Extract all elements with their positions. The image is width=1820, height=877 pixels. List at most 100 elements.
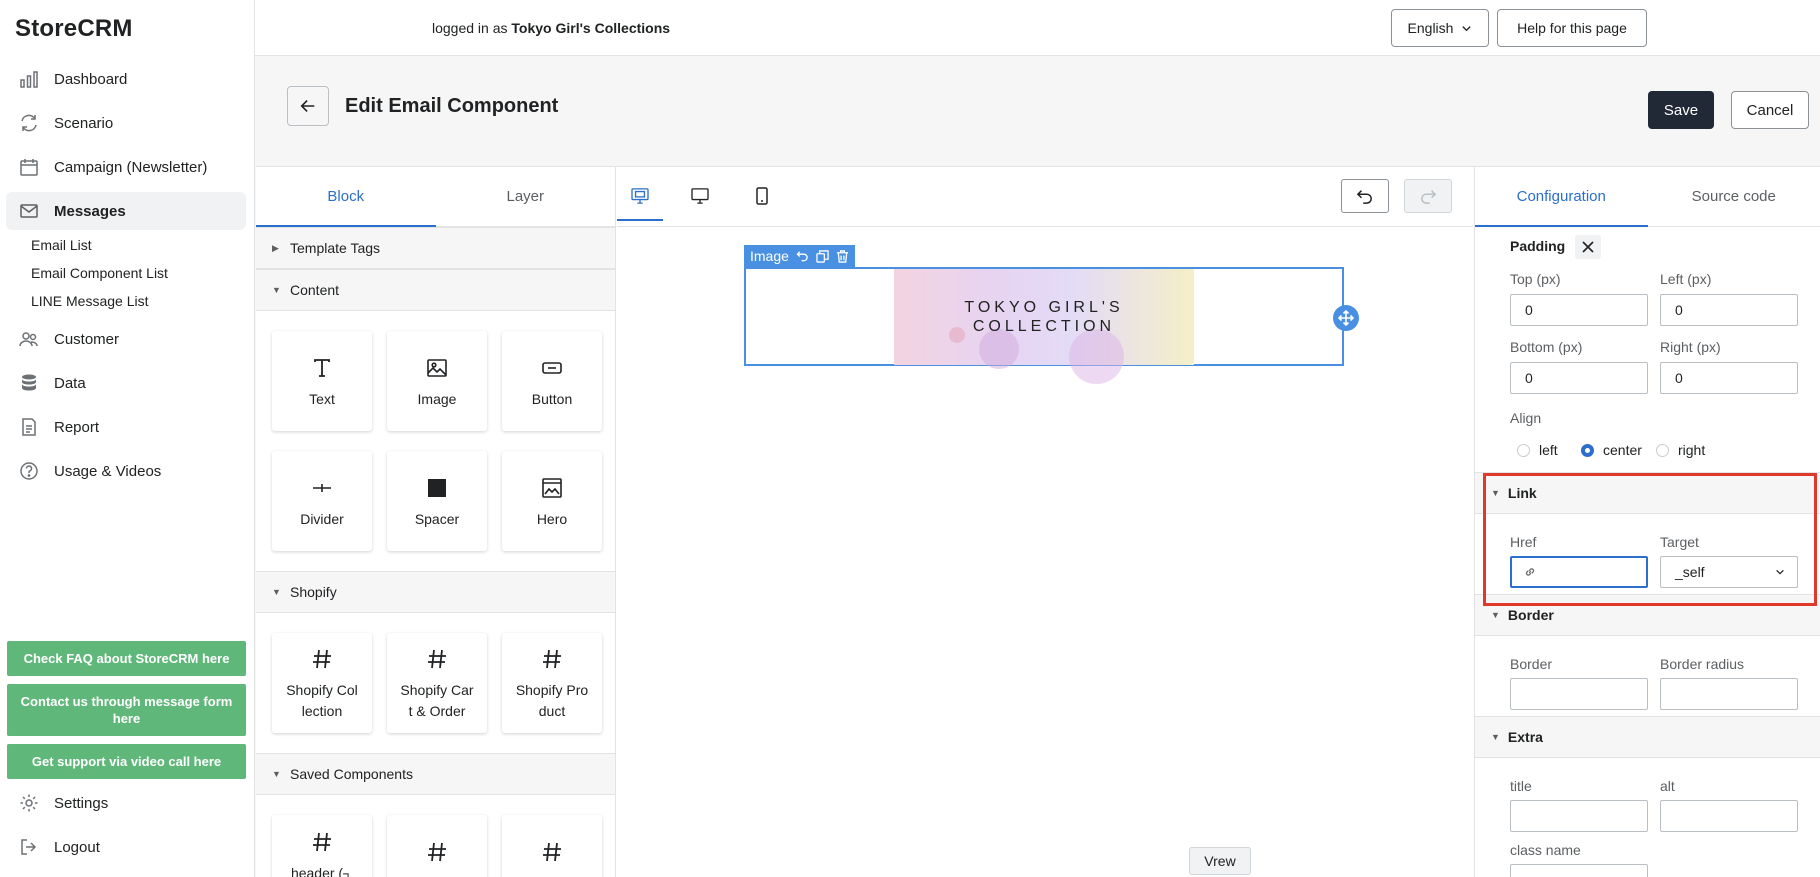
reset-icon[interactable] — [796, 250, 809, 263]
block-divider[interactable]: Divider — [272, 451, 372, 551]
section-label: Saved Components — [290, 766, 413, 782]
desktop-view-button[interactable] — [685, 183, 715, 209]
save-button[interactable]: Save — [1648, 91, 1714, 129]
tab-source-code[interactable]: Source code — [1648, 167, 1820, 226]
block-shopify-cart-order[interactable]: Shopify Car t & Order — [387, 633, 487, 733]
block-shopify-collection[interactable]: Shopify Col lection — [272, 633, 372, 733]
block-label: Shopify Col lection — [286, 682, 358, 719]
padding-right-input[interactable]: 0 — [1660, 362, 1798, 394]
calendar-icon — [18, 156, 40, 178]
sidebar-subitem-email-component-list[interactable]: Email Component List — [31, 265, 168, 281]
mobile-view-button[interactable] — [747, 183, 777, 209]
saved-component[interactable] — [502, 815, 602, 877]
title-attr-input[interactable] — [1510, 800, 1648, 832]
padding-left-input[interactable]: 0 — [1660, 294, 1798, 326]
align-center-radio[interactable]: center — [1581, 442, 1642, 458]
caret-down-icon: ▼ — [272, 587, 281, 597]
redo-button[interactable] — [1404, 179, 1452, 213]
banner-line-2: COLLECTION — [972, 318, 1116, 335]
sidebar-item-report[interactable]: Report — [6, 408, 246, 446]
block-text[interactable]: Text — [272, 331, 372, 431]
border-input[interactable] — [1510, 678, 1648, 710]
radio-circle — [1656, 443, 1669, 457]
button-icon — [541, 353, 563, 383]
undo-button[interactable] — [1341, 179, 1389, 213]
tab-configuration[interactable]: Configuration — [1475, 167, 1648, 227]
language-label: English — [1407, 20, 1454, 36]
hash-icon — [541, 644, 563, 674]
banner-line-1: TOKYO GIRL'S — [964, 299, 1124, 316]
app-logo[interactable]: StoreCRM — [15, 15, 133, 43]
vrew-button[interactable]: Vrew — [1189, 847, 1251, 875]
back-button[interactable] — [287, 86, 329, 126]
top-bar: logged in as Tokyo Girl's Collections En… — [255, 0, 1820, 56]
section-shopify[interactable]: ▼ Shopify — [256, 571, 615, 613]
sidebar-item-customer[interactable]: Customer — [6, 320, 246, 358]
sidebar-item-usage-videos[interactable]: Usage & Videos — [6, 452, 246, 490]
help-icon — [18, 460, 40, 482]
block-spacer[interactable]: Spacer — [387, 451, 487, 551]
section-saved-components[interactable]: ▼ Saved Components — [256, 753, 615, 795]
copy-icon[interactable] — [816, 249, 829, 263]
users-icon — [18, 328, 40, 350]
sidebar-item-label: Usage & Videos — [54, 462, 162, 480]
sidebar-item-label: Dashboard — [54, 70, 128, 88]
tab-layer[interactable]: Layer — [436, 167, 616, 226]
image-block[interactable]: TOKYO GIRL'S COLLECTION — [744, 267, 1359, 384]
highlight-box — [1483, 473, 1817, 606]
mobile-icon — [756, 187, 768, 205]
tab-block[interactable]: Block — [256, 167, 436, 227]
sidebar-subitem-email-list[interactable]: Email List — [31, 237, 92, 253]
align-left-radio[interactable]: left — [1517, 442, 1558, 458]
padding-bottom-input[interactable]: 0 — [1510, 362, 1648, 394]
block-button[interactable]: Button — [502, 331, 602, 431]
alt-attr-input[interactable] — [1660, 800, 1798, 832]
report-icon — [18, 416, 40, 438]
responsive-view-button[interactable] — [617, 183, 663, 221]
sidebar-subitem-line-message-list[interactable]: LINE Message List — [31, 293, 149, 309]
move-handle[interactable] — [1333, 305, 1359, 331]
sidebar-item-campaign[interactable]: Campaign (Newsletter) — [6, 148, 246, 186]
padding-bottom-label: Bottom (px) — [1510, 339, 1583, 355]
block-shopify-product[interactable]: Shopify Pro duct — [502, 633, 602, 733]
contact-form-button[interactable]: Contact us through message form here — [7, 684, 246, 736]
saved-component[interactable] — [387, 815, 487, 877]
section-extra[interactable]: ▼ Extra — [1475, 716, 1820, 758]
sidebar-item-settings[interactable]: Settings — [6, 784, 246, 822]
sidebar-item-data[interactable]: Data — [6, 364, 246, 402]
block-hero[interactable]: Hero — [502, 451, 602, 551]
help-page-button[interactable]: Help for this page — [1497, 9, 1647, 47]
border-radius-input[interactable] — [1660, 678, 1798, 710]
faq-button[interactable]: Check FAQ about StoreCRM here — [7, 641, 246, 676]
video-support-button[interactable]: Get support via video call here — [7, 744, 246, 779]
section-label: Border — [1507, 607, 1554, 623]
section-template-tags[interactable]: ▶ Template Tags — [256, 227, 615, 269]
block-label: Shopify Pro duct — [515, 682, 589, 719]
padding-top-input[interactable]: 0 — [1510, 294, 1648, 326]
trash-icon[interactable] — [836, 249, 849, 263]
saved-component[interactable]: header (┐ — [272, 815, 372, 877]
selected-block-toolbar: Image — [744, 245, 855, 267]
section-content[interactable]: ▼ Content — [256, 269, 615, 311]
sidebar-item-scenario[interactable]: Scenario — [6, 104, 246, 142]
language-select[interactable]: English — [1391, 9, 1489, 47]
class-name-label: class name — [1510, 842, 1581, 858]
selected-block-label: Image — [750, 248, 789, 264]
close-icon — [1582, 241, 1594, 253]
padding-left-label: Left (px) — [1660, 271, 1712, 287]
sidebar-item-dashboard[interactable]: Dashboard — [6, 60, 246, 98]
sidebar: StoreCRM Dashboard Scenario Campaign (Ne… — [0, 0, 255, 877]
sidebar-item-label: Customer — [54, 330, 120, 348]
close-padding-button[interactable] — [1575, 235, 1601, 259]
sidebar-item-label: Messages — [54, 202, 126, 220]
login-prefix: logged in as — [432, 20, 508, 36]
align-label: Align — [1510, 410, 1542, 426]
align-right-radio[interactable]: right — [1656, 442, 1705, 458]
section-label: Shopify — [290, 584, 337, 600]
radio-label: right — [1678, 442, 1706, 458]
sidebar-item-messages[interactable]: Messages — [6, 192, 246, 230]
sidebar-item-logout[interactable]: Logout — [6, 828, 246, 866]
block-image[interactable]: Image — [387, 331, 487, 431]
cancel-button[interactable]: Cancel — [1731, 91, 1809, 129]
class-name-input[interactable] — [1510, 864, 1648, 877]
